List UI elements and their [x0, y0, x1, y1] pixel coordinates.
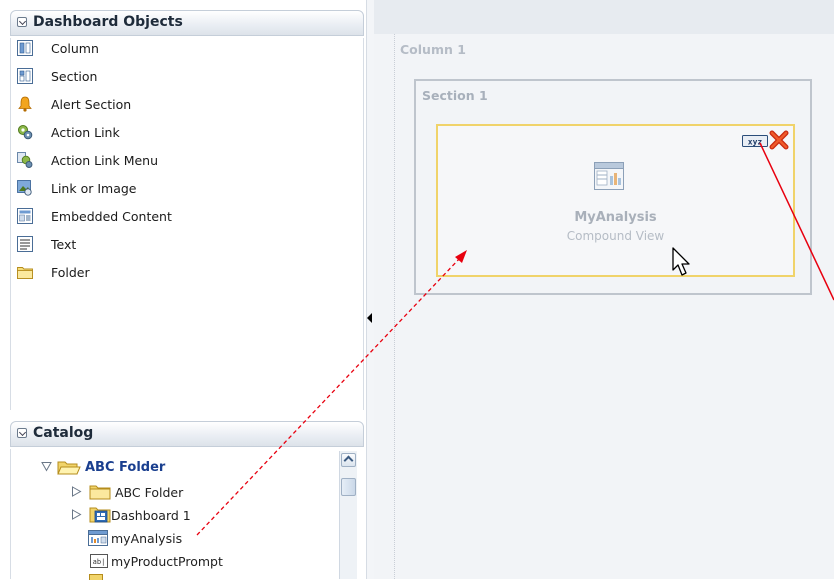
- svg-text:ab|: ab|: [93, 558, 106, 566]
- scroll-thumb[interactable]: [341, 478, 356, 496]
- tree-label: ABC Folder: [85, 460, 166, 475]
- tree-label: myAnalysis: [111, 531, 183, 546]
- object-item-column[interactable]: Column: [17, 38, 347, 60]
- tree-node-abc-folder[interactable]: ABC Folder: [71, 483, 321, 503]
- prompt-icon: ab|: [90, 554, 108, 568]
- canvas-toolbar-strip: [374, 0, 834, 34]
- catalog-title: Catalog: [33, 425, 94, 441]
- dashboard-objects-title: Dashboard Objects: [33, 14, 183, 30]
- folder-icon: [17, 267, 33, 279]
- mouse-pointer-icon: [672, 247, 690, 276]
- object-label: Column: [51, 41, 99, 56]
- object-item-folder[interactable]: Folder: [17, 262, 347, 284]
- tree-label: Dashboard 1: [111, 508, 191, 523]
- properties-icon-text: xyz: [748, 138, 763, 147]
- object-label: Text: [51, 237, 77, 252]
- catalog-header[interactable]: Catalog: [10, 421, 364, 447]
- object-label: Action Link: [51, 125, 120, 140]
- folder-icon: [89, 485, 111, 500]
- embedded-content-icon: [17, 208, 33, 224]
- object-label: Action Link Menu: [51, 153, 159, 168]
- action-link-menu-icon: [17, 152, 33, 168]
- collapse-panel-arrow-icon[interactable]: [366, 303, 373, 333]
- folder-icon: [89, 574, 103, 580]
- open-folder-icon: [57, 461, 81, 475]
- collapse-toggle-icon[interactable]: [17, 428, 27, 438]
- collapse-toggle-icon[interactable]: [17, 17, 27, 27]
- dashboard-objects-list: Column Section Alert Section Action Link…: [10, 38, 364, 410]
- catalog-scrollbar[interactable]: [339, 451, 357, 579]
- scroll-up-icon[interactable]: [341, 453, 356, 467]
- link-image-icon: [17, 180, 32, 196]
- tree-node-myproductprompt[interactable]: ab| myProductPrompt: [71, 552, 321, 572]
- alert-bell-icon: [18, 96, 32, 112]
- object-item-text[interactable]: Text: [17, 234, 347, 256]
- object-label: Link or Image: [51, 181, 137, 196]
- properties-icon[interactable]: xyz: [742, 134, 768, 148]
- delete-icon[interactable]: [768, 129, 790, 151]
- analysis-subtitle: Compound View: [566, 229, 665, 243]
- column-icon: [17, 40, 33, 56]
- object-item-embedded-content[interactable]: Embedded Content: [17, 206, 347, 228]
- object-label: Folder: [51, 265, 90, 280]
- dashboard-icon: [89, 507, 111, 523]
- section-1-label: Section 1: [422, 88, 488, 103]
- tree-node-dashboard-1[interactable]: Dashboard 1: [71, 506, 321, 526]
- tree-node-abc-folder-root[interactable]: ABC Folder: [41, 458, 321, 478]
- text-icon: [17, 236, 33, 252]
- dashboard-objects-header[interactable]: Dashboard Objects: [10, 10, 364, 36]
- catalog-tree: ABC Folder ABC Folder Dashboard 1 myAnal…: [10, 449, 364, 580]
- action-link-icon: [18, 125, 33, 140]
- analysis-title: MyAnalysis: [574, 210, 657, 225]
- analysis-view-icon: [594, 162, 624, 190]
- panel-splitter[interactable]: [366, 0, 374, 579]
- column-1-label: Column 1: [400, 42, 466, 57]
- object-item-link-or-image[interactable]: Link or Image: [17, 178, 347, 200]
- left-panel: Dashboard Objects Column Section Alert S…: [0, 0, 369, 580]
- tree-label: myProductPrompt: [111, 554, 223, 569]
- object-item-action-link-menu[interactable]: Action Link Menu: [17, 150, 347, 172]
- collapsed-triangle-icon[interactable]: [71, 486, 82, 497]
- object-item-action-link[interactable]: Action Link: [17, 122, 347, 144]
- object-label: Embedded Content: [51, 209, 172, 224]
- section-icon: [17, 68, 33, 84]
- object-item-alert-section[interactable]: Alert Section: [17, 94, 347, 116]
- tree-label: ABC Folder: [115, 485, 184, 500]
- object-label: Section: [51, 69, 98, 84]
- object-item-section[interactable]: Section: [17, 66, 347, 88]
- object-label: Alert Section: [51, 97, 132, 112]
- expanded-triangle-icon[interactable]: [41, 461, 52, 472]
- collapsed-triangle-icon[interactable]: [71, 509, 82, 520]
- analysis-icon: [88, 530, 108, 546]
- tree-node-myanalysis[interactable]: myAnalysis: [71, 529, 321, 549]
